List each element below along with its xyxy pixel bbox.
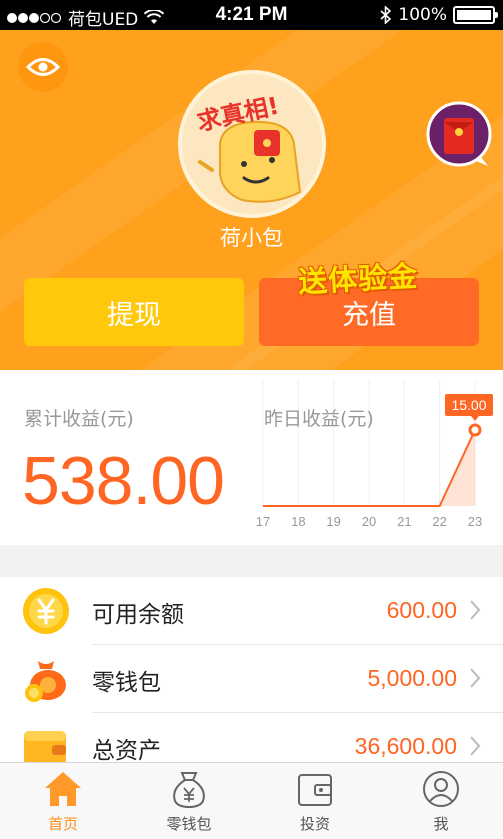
tab-invest[interactable]: 投资 — [252, 769, 378, 839]
chart-x-tick-label: 20 — [362, 514, 376, 529]
tab-me[interactable]: 我 — [378, 769, 503, 839]
tab-home[interactable]: 首页 — [0, 769, 126, 839]
red-packet-button[interactable] — [424, 100, 494, 170]
earnings-panel: 累计收益(元) 538.00 昨日收益(元) 17 18 19 20 21 22 23 15.… — [0, 370, 503, 545]
invest-wallet-icon — [298, 774, 332, 806]
chart-x-tick-label: 18 — [291, 514, 305, 529]
home-icon — [45, 772, 81, 806]
chart-data-label: 15.00 — [451, 397, 486, 413]
tab-label: 投资 — [299, 815, 330, 833]
chevron-right-icon — [470, 668, 481, 688]
tab-label: 零钱包 — [166, 815, 212, 833]
chart-x-tick-label: 19 — [326, 514, 340, 529]
account-list: 可用余额 600.00 零钱包 5,000.00 总资产 36,600.00 — [0, 577, 503, 762]
status-bar: 荷包UED 4:21 PM 100% — [0, 0, 503, 30]
battery-icon — [453, 6, 498, 24]
chevron-right-icon — [470, 600, 481, 620]
yesterday-earnings-label: 昨日收益(元) — [264, 408, 374, 430]
list-item-label: 可用余额 — [92, 602, 184, 628]
section-divider — [0, 545, 503, 577]
yen-bag-icon — [173, 772, 205, 809]
list-item-change-wallet[interactable]: 零钱包 5,000.00 — [0, 645, 503, 713]
visibility-toggle-button[interactable] — [18, 42, 68, 92]
yen-coin-icon — [23, 588, 69, 634]
chart-data-label-pointer — [471, 416, 479, 421]
chart-x-tick-label: 22 — [432, 514, 446, 529]
cumulative-earnings-value: 538.00 — [22, 443, 225, 519]
user-icon — [423, 771, 459, 807]
chart-highlight-point[interactable] — [468, 423, 482, 437]
promo-badge: 送体验金 — [297, 258, 419, 300]
bluetooth-icon — [380, 6, 392, 24]
eye-icon — [26, 58, 60, 76]
chart-x-tick-label: 21 — [397, 514, 411, 529]
chevron-right-icon — [470, 736, 481, 756]
red-packet-icon — [426, 101, 492, 167]
battery-percent: 100% — [398, 5, 447, 25]
tab-bar: 首页 零钱包 投资 我 — [0, 762, 503, 839]
app-screen: 荷包UED 4:21 PM 100% 求真相! 荷小包 提现 充值 送体验金 累… — [0, 0, 503, 839]
avatar[interactable]: 求真相! — [178, 70, 326, 218]
wallet-icon — [24, 731, 66, 762]
chart-x-tick-label: 23 — [468, 514, 482, 529]
withdraw-button[interactable]: 提现 — [24, 278, 244, 346]
money-bag-icon — [25, 661, 66, 702]
list-item-label: 零钱包 — [92, 670, 161, 696]
tab-label: 首页 — [47, 815, 78, 833]
status-right: 100% — [380, 5, 498, 25]
list-item-total-assets[interactable]: 总资产 36,600.00 — [0, 713, 503, 762]
list-item-label: 总资产 — [92, 738, 161, 762]
tab-label: 我 — [433, 815, 449, 833]
list-item-available-balance[interactable]: 可用余额 600.00 — [0, 577, 503, 645]
list-item-value: 5,000.00 — [367, 665, 457, 691]
list-item-value: 600.00 — [386, 597, 457, 623]
profile-header: 求真相! 荷小包 提现 充值 送体验金 — [0, 30, 503, 370]
tab-change-wallet[interactable]: 零钱包 — [126, 769, 252, 839]
username: 荷小包 — [220, 226, 283, 250]
list-item-value: 36,600.00 — [354, 733, 457, 759]
chart-x-tick-label: 17 — [256, 514, 270, 529]
cumulative-earnings-label: 累计收益(元) — [24, 408, 134, 430]
